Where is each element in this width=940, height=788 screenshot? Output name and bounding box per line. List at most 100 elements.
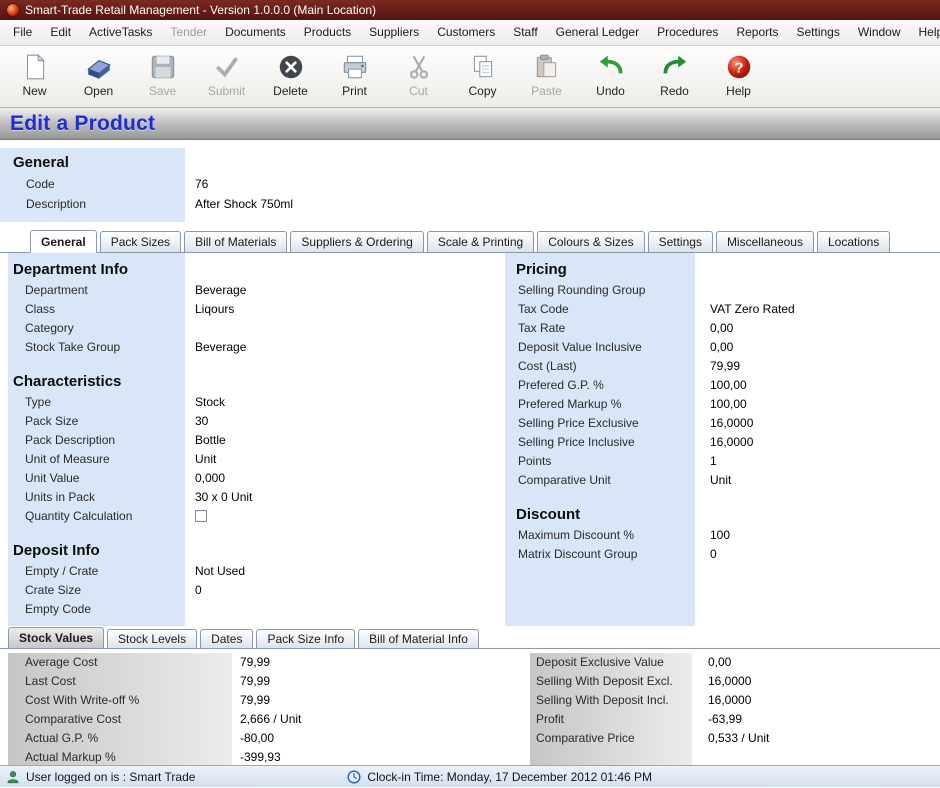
redo-button[interactable]: Redo (646, 50, 703, 98)
field-label: Unit of Measure (0, 450, 185, 469)
general-heading: General (0, 152, 940, 174)
submit-check-icon (212, 52, 242, 82)
tab-pack-size-info[interactable]: Pack Size Info (256, 629, 355, 648)
field-row-units-in-pack: Units in Pack 30 x 0 Unit (0, 488, 505, 507)
cut-icon (404, 52, 434, 82)
user-icon (6, 770, 20, 784)
menu-settings[interactable]: Settings (787, 20, 848, 45)
cut-button: Cut (390, 50, 447, 98)
tab-stock-levels[interactable]: Stock Levels (107, 629, 197, 648)
tab-settings[interactable]: Settings (648, 231, 713, 252)
field-row-selling-with-deposit-incl: Selling With Deposit Incl. 16,0000 (530, 691, 940, 710)
tab-suppliers-ordering[interactable]: Suppliers & Ordering (290, 231, 423, 252)
menu-suppliers[interactable]: Suppliers (360, 20, 428, 45)
toolbar-label: Print (342, 84, 367, 98)
field-label: Tax Code (505, 300, 700, 319)
field-value: 16,0000 (700, 691, 751, 710)
menu-edit[interactable]: Edit (41, 20, 80, 45)
toolbar-label: Help (726, 84, 751, 98)
open-button[interactable]: Open (70, 50, 127, 98)
section-department-info: Department Info (0, 259, 505, 281)
field-value: 2,666 / Unit (232, 710, 301, 729)
status-user-text: User logged on is : Smart Trade (26, 770, 195, 784)
tab-colours-sizes[interactable]: Colours & Sizes (537, 231, 644, 252)
title-bar: Smart-Trade Retail Management - Version … (0, 0, 940, 20)
delete-button[interactable]: Delete (262, 50, 319, 98)
field-label: Empty Code (0, 600, 185, 619)
general-panel: General Code 76 Description After Shock … (0, 148, 940, 222)
toolbar-label: Redo (660, 84, 689, 98)
menu-reports[interactable]: Reports (727, 20, 787, 45)
field-value: 16,0000 (700, 414, 753, 433)
status-clock-text: Clock-in Time: Monday, 17 December 2012 … (367, 770, 652, 784)
section-discount: Discount (505, 504, 940, 526)
field-label: Deposit Value Inclusive (505, 338, 700, 357)
field-label: Actual Markup % (0, 748, 232, 767)
field-row-code: Code 76 (0, 174, 940, 194)
menu-help[interactable]: Help (910, 20, 940, 45)
tab-stock-values[interactable]: Stock Values (8, 627, 104, 648)
menu-window[interactable]: Window (849, 20, 910, 45)
field-row-selling-price-exclusive: Selling Price Exclusive 16,0000 (505, 414, 940, 433)
field-value: Liqours (185, 300, 234, 319)
field-value (700, 281, 710, 300)
save-icon (148, 52, 178, 82)
stock-values-left: Average Cost 79,99 Last Cost 79,99 Cost … (0, 653, 530, 765)
print-icon (340, 52, 370, 82)
menu-staff[interactable]: Staff (504, 20, 546, 45)
tab-general[interactable]: General (30, 230, 97, 253)
tab-scale-printing[interactable]: Scale & Printing (427, 231, 534, 252)
field-row-crate-size: Crate Size 0 (0, 581, 505, 600)
menu-customers[interactable]: Customers (428, 20, 504, 45)
window-title: Smart-Trade Retail Management - Version … (25, 3, 376, 17)
toolbar-label: Undo (596, 84, 625, 98)
menu-products[interactable]: Products (295, 20, 360, 45)
delete-icon (276, 52, 306, 82)
stock-values-panel: Average Cost 79,99 Last Cost 79,99 Cost … (0, 649, 940, 765)
field-row-department: Department Beverage (0, 281, 505, 300)
field-row-actual-markup: Actual Markup % -399,93 (0, 748, 530, 767)
tab-bill-of-materials[interactable]: Bill of Materials (184, 231, 287, 252)
field-value: 79,99 (232, 653, 270, 672)
menu-activetasks[interactable]: ActiveTasks (80, 20, 161, 45)
field-row-pack-size: Pack Size 30 (0, 412, 505, 431)
app-window: Smart-Trade Retail Management - Version … (0, 0, 940, 788)
field-row-deposit-exclusive-value: Deposit Exclusive Value 0,00 (530, 653, 940, 672)
field-row-last-cost: Last Cost 79,99 (0, 672, 530, 691)
field-row-tax-code: Tax Code VAT Zero Rated (505, 300, 940, 319)
field-label: Deposit Exclusive Value (530, 653, 700, 672)
tab-dates[interactable]: Dates (200, 629, 253, 648)
field-row-selling-with-deposit-excl: Selling With Deposit Excl. 16,0000 (530, 672, 940, 691)
field-label: Department (0, 281, 185, 300)
menu-procedures[interactable]: Procedures (648, 20, 727, 45)
tab-bill-of-material-info[interactable]: Bill of Material Info (358, 629, 479, 648)
tab-locations[interactable]: Locations (817, 231, 890, 252)
field-row-selling-price-inclusive: Selling Price Inclusive 16,0000 (505, 433, 940, 452)
toolbar-label: Copy (468, 84, 496, 98)
field-row-average-cost: Average Cost 79,99 (0, 653, 530, 672)
field-label: Actual G.P. % (0, 729, 232, 748)
tab-pack-sizes[interactable]: Pack Sizes (100, 231, 181, 252)
page-title: Edit a Product (10, 112, 155, 136)
help-button[interactable]: ? Help (710, 50, 767, 98)
field-label: Crate Size (0, 581, 185, 600)
menu-general-ledger[interactable]: General Ledger (547, 20, 648, 45)
menu-file[interactable]: File (4, 20, 41, 45)
quantity-calculation-checkbox[interactable] (195, 510, 207, 522)
clock-icon (347, 770, 361, 784)
field-label: Stock Take Group (0, 338, 185, 357)
field-row-maximum-discount: Maximum Discount % 100 (505, 526, 940, 545)
field-label: Cost With Write-off % (0, 691, 232, 710)
field-value: Beverage (185, 338, 246, 357)
new-button[interactable]: New (6, 50, 63, 98)
field-label: Maximum Discount % (505, 526, 700, 545)
field-label: Selling With Deposit Excl. (530, 672, 700, 691)
copy-button[interactable]: Copy (454, 50, 511, 98)
field-value: -63,99 (700, 710, 742, 729)
menu-documents[interactable]: Documents (216, 20, 295, 45)
print-button[interactable]: Print (326, 50, 383, 98)
tab-miscellaneous[interactable]: Miscellaneous (716, 231, 814, 252)
app-icon (6, 3, 20, 17)
field-row-unit-of-measure: Unit of Measure Unit (0, 450, 505, 469)
undo-button[interactable]: Undo (582, 50, 639, 98)
